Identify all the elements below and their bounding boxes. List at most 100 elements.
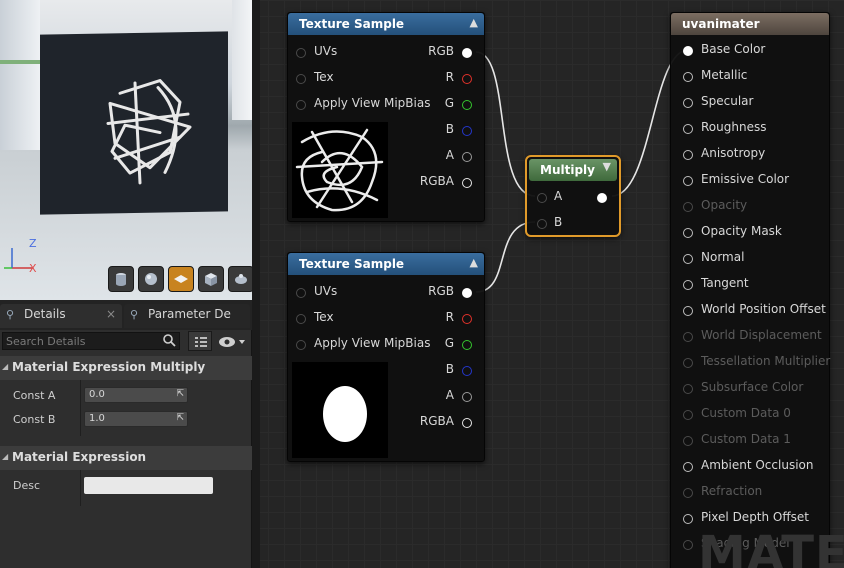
g-label: G <box>444 96 454 110</box>
preview-viewport[interactable]: Z X <box>0 0 252 300</box>
opacity-mask-label: Opacity Mask <box>701 224 782 238</box>
r-output-pin[interactable] <box>462 74 472 84</box>
rgba-output-pin[interactable] <box>462 418 472 428</box>
pixel-depth-offset-input-pin[interactable] <box>683 514 693 524</box>
search-input[interactable]: Search Details <box>2 332 180 350</box>
b-output-pin[interactable] <box>462 366 472 376</box>
tab-details[interactable]: ⚲ Details × <box>0 304 122 328</box>
axis-z-label: Z <box>29 237 37 250</box>
collapse-arrow-icon[interactable]: ◢ <box>2 362 8 371</box>
visibility-dropdown[interactable] <box>218 334 248 350</box>
opacity-mask-input-pin[interactable] <box>683 228 693 238</box>
shading-model-input-pin[interactable] <box>683 540 693 550</box>
cube-texture-scribble <box>106 79 192 185</box>
texture-sample-node-1[interactable]: Texture Sample ▲ UVs Tex Apply View MipB… <box>287 12 485 222</box>
desc-input[interactable] <box>84 477 213 494</box>
collapse-arrow-icon[interactable]: ▲ <box>470 256 478 269</box>
mipbias-label: Apply View MipBias <box>314 336 431 350</box>
subsurface-color-input-pin[interactable] <box>683 384 693 394</box>
uvs-input-pin[interactable] <box>296 48 306 58</box>
emissive-color-input-pin[interactable] <box>683 176 693 186</box>
cylinder-preview-button[interactable] <box>108 266 134 292</box>
b-output-pin[interactable] <box>462 126 472 136</box>
material-result-node[interactable]: uvanimater Base Color Metallic Specular Rou… <box>670 12 830 568</box>
multiply-a-input-pin[interactable] <box>537 193 547 203</box>
tab-parameter-defaults[interactable]: ⚲ Parameter De <box>124 304 250 328</box>
desc-label: Desc <box>13 479 41 492</box>
rgba-label: RGBA <box>419 414 454 428</box>
world-displacement-input-pin[interactable] <box>683 332 693 342</box>
material-graph-canvas[interactable]: Texture Sample ▲ UVs Tex Apply View MipB… <box>252 0 844 568</box>
node-header[interactable]: Texture Sample ▲ <box>288 253 484 275</box>
texture-thumbnail-scribble <box>292 122 388 218</box>
node-header[interactable]: Texture Sample ▲ <box>288 13 484 35</box>
grid-list-icon <box>195 337 207 347</box>
multiply-output-pin[interactable] <box>597 193 607 203</box>
axis-gizmo <box>4 248 32 269</box>
anisotropy-label: Anisotropy <box>701 146 766 160</box>
rgba-label: RGBA <box>419 174 454 188</box>
sphere-preview-button[interactable] <box>138 266 164 292</box>
sphere-icon <box>145 273 157 285</box>
node-header[interactable]: uvanimater <box>671 13 829 35</box>
node-header[interactable]: Multiply ▼ <box>529 159 617 181</box>
column-divider <box>80 470 81 506</box>
multiply-a-label: A <box>554 189 563 203</box>
tex-input-pin[interactable] <box>296 314 306 324</box>
panel-splitter[interactable] <box>252 0 260 568</box>
background-tree <box>0 60 40 64</box>
cube-preview-button[interactable] <box>198 266 224 292</box>
custom-data-0-input-pin[interactable] <box>683 410 693 420</box>
ambient-occlusion-input-pin[interactable] <box>683 462 693 472</box>
base-color-input-pin[interactable] <box>683 46 693 56</box>
mipbias-input-pin[interactable] <box>296 340 306 350</box>
opacity-input-pin[interactable] <box>683 202 693 212</box>
custom-mesh-preview-button[interactable] <box>228 266 252 292</box>
rgb-label: RGB <box>428 44 454 58</box>
column-divider <box>80 380 81 436</box>
refraction-label: Refraction <box>701 484 763 498</box>
multiply-node[interactable]: Multiply ▼ A B <box>525 155 621 237</box>
drag-handle-icon[interactable]: ⇱ <box>176 413 184 423</box>
collapse-arrow-icon[interactable]: ▼ <box>603 160 611 173</box>
const-a-field[interactable]: 0.0 ⇱ <box>84 387 188 403</box>
roughness-input-pin[interactable] <box>683 124 693 134</box>
metallic-input-pin[interactable] <box>683 72 693 82</box>
plane-preview-button[interactable] <box>168 266 194 292</box>
pixel-depth-offset-label: Pixel Depth Offset <box>701 510 809 524</box>
const-b-field[interactable]: 1.0 ⇱ <box>84 411 188 427</box>
tessellation-multiplier-input-pin[interactable] <box>683 358 693 368</box>
texture-sample-node-2[interactable]: Texture Sample ▲ UVs Tex Apply View MipB… <box>287 252 485 462</box>
specular-input-pin[interactable] <box>683 98 693 108</box>
collapse-arrow-icon[interactable]: ◢ <box>2 452 8 461</box>
section-material-expression[interactable]: ◢ Material Expression <box>0 446 252 470</box>
tangent-input-pin[interactable] <box>683 280 693 290</box>
refraction-input-pin[interactable] <box>683 488 693 498</box>
collapse-arrow-icon[interactable]: ▲ <box>470 16 478 29</box>
rgb-output-pin[interactable] <box>462 48 472 58</box>
a-output-pin[interactable] <box>462 392 472 402</box>
world-position-offset-input-pin[interactable] <box>683 306 693 316</box>
rgba-output-pin[interactable] <box>462 178 472 188</box>
tex-input-pin[interactable] <box>296 74 306 84</box>
multiply-b-input-pin[interactable] <box>537 219 547 229</box>
a-output-pin[interactable] <box>462 152 472 162</box>
r-output-pin[interactable] <box>462 314 472 324</box>
anisotropy-input-pin[interactable] <box>683 150 693 160</box>
rgb-output-pin[interactable] <box>462 288 472 298</box>
close-icon[interactable]: × <box>106 307 116 321</box>
g-output-pin[interactable] <box>462 340 472 350</box>
tab-parameter-label: Parameter De <box>148 307 231 321</box>
section-material-expression-multiply[interactable]: ◢ Material Expression Multiply <box>0 356 252 380</box>
node-title: Texture Sample <box>299 257 405 271</box>
teapot-icon <box>235 274 247 284</box>
normal-input-pin[interactable] <box>683 254 693 264</box>
drag-handle-icon[interactable]: ⇱ <box>176 389 184 399</box>
const-a-label: Const A <box>13 389 56 402</box>
mipbias-input-pin[interactable] <box>296 100 306 110</box>
uvs-input-pin[interactable] <box>296 288 306 298</box>
view-options-button[interactable] <box>188 331 212 351</box>
emissive-color-label: Emissive Color <box>701 172 790 186</box>
custom-data-1-input-pin[interactable] <box>683 436 693 446</box>
g-output-pin[interactable] <box>462 100 472 110</box>
